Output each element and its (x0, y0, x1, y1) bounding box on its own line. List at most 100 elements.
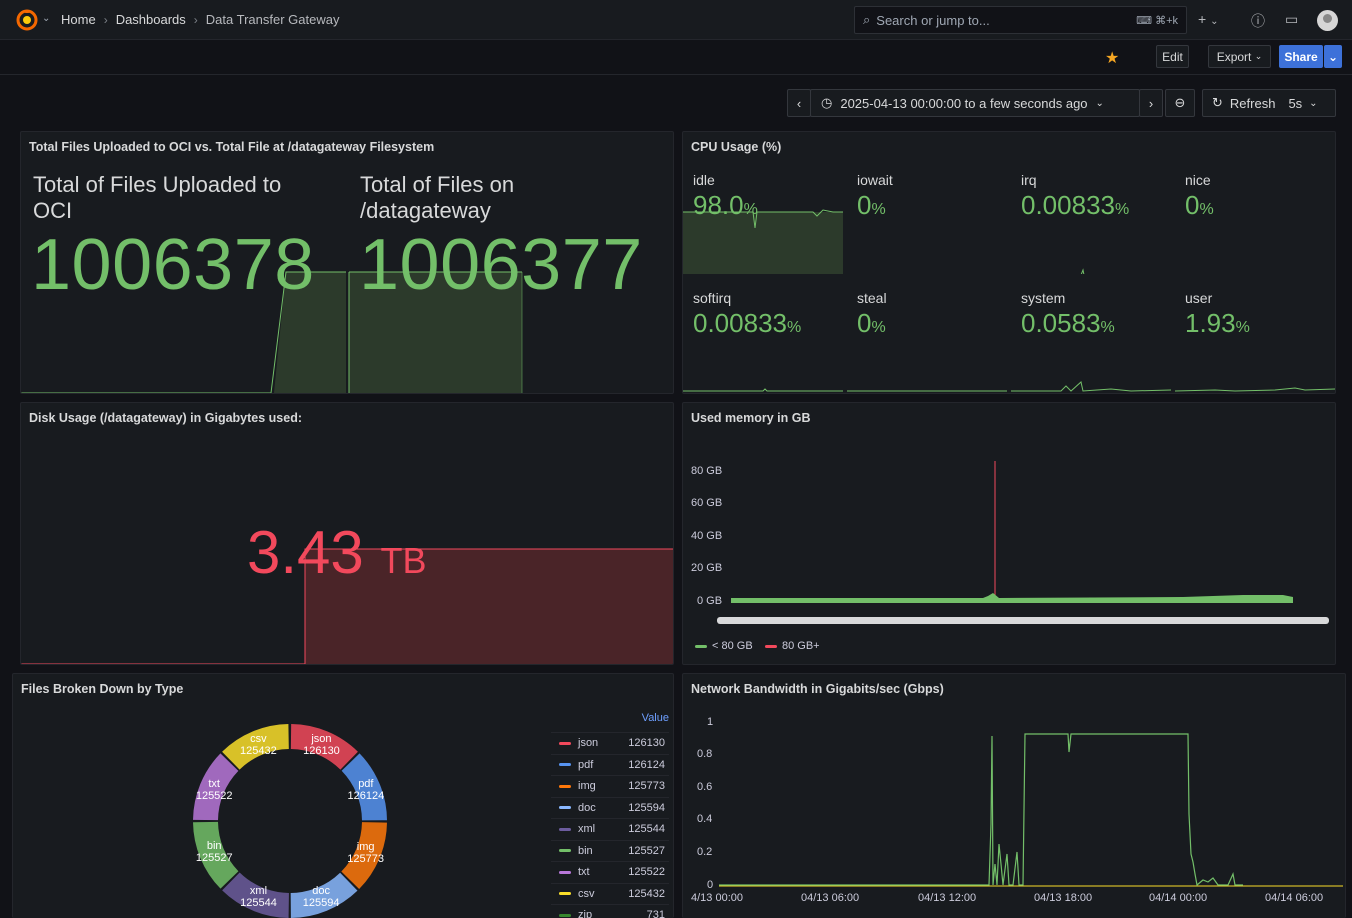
legend-name: zip (578, 909, 593, 918)
refresh-icon: ↻ (1212, 95, 1223, 110)
legend-row-zip[interactable]: zip 731 (551, 904, 669, 918)
network-bandwidth-series (719, 733, 1243, 887)
export-button-label: Export (1216, 49, 1252, 64)
legend-name: bin (578, 844, 593, 857)
cpu-stat-value: 1.93% (1185, 308, 1250, 339)
cpu-stat-system: system 0.0583% (1011, 280, 1171, 392)
clock-icon: ◷ (821, 95, 833, 110)
cpu-stat-number: 0.0583 (1021, 308, 1101, 338)
cpu-stat-number: 98.0 (693, 190, 744, 220)
donut-label-pdf: pdf 126124 (347, 778, 384, 802)
used-memory-panel[interactable]: Used memory in GB 80 GB 60 GB 40 GB 20 G… (682, 402, 1336, 665)
cpu-stat-label: softirq (693, 290, 732, 306)
edit-button[interactable]: Edit (1156, 45, 1189, 68)
cpu-usage-panel[interactable]: CPU Usage (%) idle 98.0% iowait 0% irq 0… (682, 131, 1336, 394)
news-icon[interactable]: ▭ (1285, 11, 1298, 28)
legend-row-doc[interactable]: doc 125594 (551, 796, 669, 818)
new-button[interactable]: + ⌄ (1198, 11, 1218, 27)
files-uploaded-panel[interactable]: Total Files Uploaded to OCI vs. Total Fi… (20, 131, 674, 394)
donut-label-txt: txt 125522 (196, 778, 233, 802)
search-shortcut-hint: ⌨ ⌘+k (1136, 14, 1178, 27)
legend-value: 125594 (628, 801, 665, 814)
help-icon[interactable]: ⓘ (1251, 11, 1265, 31)
legend-row-json[interactable]: json 126130 (551, 732, 669, 753)
refresh-picker[interactable]: ↻ Refresh 5s ⌄ (1202, 89, 1336, 117)
disk-unit: TB (380, 540, 427, 581)
cpu-stat-label: idle (693, 172, 715, 188)
legend-name: pdf (578, 758, 594, 771)
legend-row-bin[interactable]: bin 125527 (551, 839, 669, 861)
refresh-label: Refresh (1229, 95, 1276, 111)
legend-swatch (765, 644, 777, 648)
uploaded-label-line-2: OCI (33, 198, 73, 223)
legend-name: json (578, 737, 599, 749)
cpu-stat-nice: nice 0% (1175, 162, 1335, 274)
network-bandwidth-panel[interactable]: Network Bandwidth in Gigabits/sec (Gbps)… (682, 673, 1346, 918)
cpu-stat-unit: % (871, 319, 886, 336)
cpu-stat-unit: % (871, 201, 886, 218)
donut-label-name: img (356, 840, 375, 853)
memory-chart (717, 461, 1329, 624)
breadcrumb-home[interactable]: Home (61, 12, 96, 27)
legend-value: 125773 (628, 780, 665, 792)
cpu-stat-number: 1.93 (1185, 308, 1236, 338)
donut-label-value: 125432 (240, 745, 277, 758)
refresh-interval: 5s (1288, 95, 1303, 111)
time-range-label: 2025-04-13 00:00:00 to a few seconds ago (840, 95, 1088, 111)
breadcrumb-separator-icon: › (193, 12, 198, 27)
time-range-picker[interactable]: ◷ 2025-04-13 00:00:00 to a few seconds a… (810, 89, 1140, 117)
time-shift-forward-button[interactable]: › (1139, 89, 1163, 117)
panel-title: CPU Usage (%) (691, 140, 782, 154)
cpu-stat-unit: % (1114, 201, 1130, 218)
zoom-out-icon[interactable]: ⊖ (1165, 89, 1195, 117)
files-by-type-panel[interactable]: Files Broken Down by Type json 126130 pdf 1… (12, 673, 674, 918)
cpu-stat-label: user (1185, 290, 1213, 306)
time-shift-back-button[interactable]: ‹ (787, 89, 811, 117)
chevron-down-icon: ⌄ (1210, 16, 1219, 27)
legend-item-lt80[interactable]: < 80 GB (695, 640, 753, 652)
legend-row-xml[interactable]: xml 125544 (551, 818, 669, 839)
share-button[interactable]: Share (1279, 45, 1323, 68)
uploaded-label: Total of Files Uploaded to OCI (33, 172, 281, 224)
legend-value: 125544 (628, 823, 665, 835)
search-placeholder: Search or jump to... (876, 12, 990, 28)
donut-label-xml: xml 125544 (240, 885, 277, 909)
legend-value: 125527 (628, 844, 665, 857)
cpu-stat-value: 0.0583% (1021, 308, 1115, 339)
export-button[interactable]: Export ⌄ (1208, 45, 1271, 68)
disk-usage-value: 3.43 TB (247, 518, 426, 587)
chevron-down-icon: ⌄ (1095, 97, 1104, 109)
search-input[interactable]: ⌕ Search or jump to... ⌨ ⌘+k (854, 6, 1187, 34)
legend-name: csv (578, 887, 595, 900)
grafana-logo-icon[interactable] (16, 9, 38, 31)
legend-name: xml (578, 823, 596, 835)
legend-value-header[interactable]: Value (642, 712, 669, 724)
legend-value: 126124 (628, 758, 665, 771)
cpu-stat-label: nice (1185, 172, 1211, 188)
legend-row-pdf[interactable]: pdf 126124 (551, 753, 669, 775)
legend-value: 125522 (628, 866, 665, 878)
user-avatar[interactable] (1317, 10, 1338, 31)
cpu-stat-number: 0 (1185, 190, 1200, 220)
donut-label-name: json (311, 733, 332, 746)
donut-label-json: json 126130 (303, 733, 340, 757)
uploaded-value: 1006378 (31, 225, 315, 305)
legend-item-80plus[interactable]: 80 GB+ (765, 640, 820, 652)
share-menu-chevron-icon[interactable]: ⌄ (1324, 45, 1342, 68)
donut-label-bin: bin 125527 (196, 840, 233, 864)
cpu-stat-number: 0 (857, 190, 872, 220)
filesystem-value: 1006377 (359, 225, 643, 305)
legend-row-img[interactable]: img 125773 (551, 775, 669, 796)
cpu-stat-value: 0% (857, 308, 886, 339)
legend-row-csv[interactable]: csv 125432 (551, 882, 669, 904)
top-navigation-bar: ⌄ Home › Dashboards › Data Transfer Gate… (0, 0, 1352, 40)
favorite-star-icon[interactable]: ★ (1105, 48, 1119, 68)
disk-usage-panel[interactable]: Disk Usage (/datagateway) in Gigabytes u… (20, 402, 674, 665)
menu-chevron-down-icon[interactable]: ⌄ (42, 13, 50, 24)
cpu-stat-value: 0.00833% (693, 308, 801, 339)
legend-row-txt[interactable]: txt 125522 (551, 861, 669, 882)
cpu-stat-unit: % (786, 319, 802, 336)
memory-area (731, 593, 1293, 603)
breadcrumb-dashboards[interactable]: Dashboards (116, 12, 186, 27)
filesystem-label: Total of Files on /datagateway (360, 172, 514, 224)
